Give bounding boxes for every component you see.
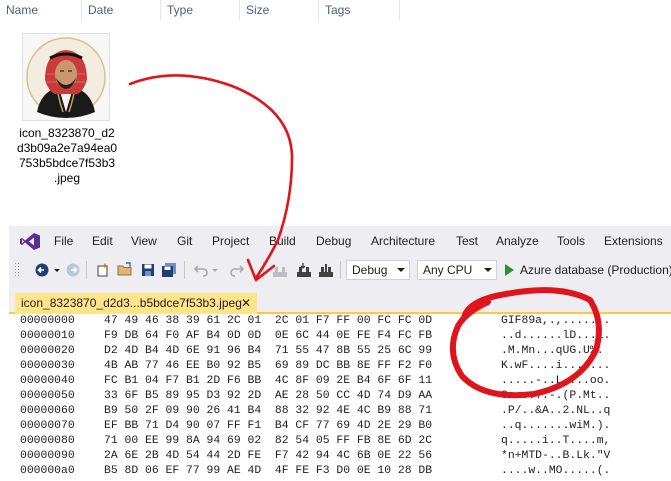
- standard-toolbar: Debug Any CPU Azure database (Production…: [9, 256, 671, 284]
- binary-hex-editor[interactable]: 00000000 47 49 46 38 39 61 2C 01 2C 01 F7…: [9, 314, 671, 481]
- file-name-line: icon_8323870_d2: [19, 126, 115, 140]
- hex-bytes: 47 49 46 38 39 61 2C 01 2C 01 F7 FF 00 F…: [104, 315, 433, 327]
- hex-bytes: FC B1 04 F7 B1 2D F6 BB 4C 8F 09 2E B4 6…: [104, 375, 433, 387]
- file-explorer: Name Date Type Size Tags icon_8323870_d2…: [0, 0, 671, 226]
- hex-ascii: .M.Mn...qUG.U%.: [501, 345, 604, 357]
- start-debugging-button[interactable]: Azure database (Production): [505, 260, 671, 280]
- file-name-line: 753b5bdce7f53b3: [18, 156, 116, 170]
- hex-offset: 00000050: [20, 390, 75, 402]
- toolbar-separator: [86, 261, 87, 279]
- toolbar-separator: [184, 261, 185, 279]
- open-file-icon[interactable]: [117, 262, 133, 278]
- chevron-down-icon: [397, 268, 405, 272]
- hex-offset: 00000020: [20, 345, 75, 357]
- file-thumbnail[interactable]: [22, 33, 110, 121]
- hex-bytes: 71 00 EE 99 8A 94 69 02 82 54 05 FF FB 8…: [104, 435, 433, 447]
- hex-bytes: B5 8D 06 EF 77 99 AE 4D 4F FE F3 D0 0E 1…: [104, 465, 433, 477]
- visual-studio-logo-icon[interactable]: [20, 233, 40, 250]
- column-type[interactable]: Type: [161, 0, 239, 20]
- solution-platform-select[interactable]: Any CPU: [417, 260, 497, 280]
- menu-tools[interactable]: Tools: [557, 226, 585, 256]
- menu-git[interactable]: Git: [177, 226, 192, 256]
- hex-bytes: 33 6F B5 89 95 D3 92 2D AE 28 50 CC 4D 7…: [104, 390, 433, 402]
- new-project-icon[interactable]: [95, 262, 111, 278]
- solution-configuration-value: Debug: [352, 263, 388, 277]
- tab-hex-document[interactable]: icon_8323870_d2d3...b5bdce7f53b3.jpeg ✕: [15, 293, 257, 314]
- menu-analyze[interactable]: Analyze: [496, 226, 539, 256]
- column-date[interactable]: Date: [82, 0, 160, 20]
- navigate-forward-icon[interactable]: [65, 262, 81, 278]
- menu-build[interactable]: Build: [269, 226, 296, 256]
- hex-offset: 00000080: [20, 435, 75, 447]
- menu-debug[interactable]: Debug: [316, 226, 351, 256]
- menu-test[interactable]: Test: [456, 226, 478, 256]
- hex-ascii: q.....i..T....m,: [501, 435, 611, 447]
- hex-ascii: ..d......lD...l.: [501, 330, 611, 342]
- file-name-line: d3b09a2e7a94ea0: [16, 141, 118, 155]
- navigate-backward-icon[interactable]: [34, 262, 50, 278]
- hex-offset: 00000030: [20, 360, 75, 372]
- undo-icon[interactable]: [193, 262, 209, 278]
- column-header-row: Name Date Type Size Tags: [0, 0, 671, 20]
- hex-offset: 00000090: [20, 450, 75, 462]
- close-icon[interactable]: ✕: [241, 293, 251, 314]
- tab-title: icon_8323870_d2d3...b5bdce7f53b3.jpeg: [21, 296, 242, 310]
- menu-bar: File Edit View Git Project Build Debug A…: [9, 226, 671, 256]
- save-all-icon[interactable]: [161, 262, 177, 278]
- build-project-icon[interactable]: [296, 262, 312, 278]
- menu-project[interactable]: Project: [212, 226, 249, 256]
- redo-icon[interactable]: [229, 262, 245, 278]
- hex-ascii: GIF89a,.,.......: [501, 315, 611, 327]
- menu-view[interactable]: View: [131, 226, 157, 256]
- file-name-line: .jpeg: [53, 171, 81, 185]
- hex-ascii: ..q.......wiM.).: [501, 420, 611, 432]
- menu-file[interactable]: File: [54, 226, 73, 256]
- toolbar-separator: [263, 261, 264, 279]
- start-target-label: Azure database (Production): [520, 263, 671, 277]
- hex-bytes: EF BB 71 D4 90 07 FF F1 B4 CF 77 69 4D 2…: [104, 420, 433, 432]
- hex-ascii: *n+MTD-..B.Lk."V: [501, 450, 611, 462]
- column-tags[interactable]: Tags: [319, 0, 399, 20]
- hex-offset: 00000010: [20, 330, 75, 342]
- hex-ascii: K.wF....i.......: [501, 360, 611, 372]
- visual-studio-window: File Edit View Git Project Build Debug A…: [9, 226, 671, 481]
- play-icon: [505, 264, 514, 276]
- undo-dropdown-icon[interactable]: [211, 262, 219, 278]
- backward-dropdown-icon[interactable]: [53, 262, 61, 278]
- build-solution-icon[interactable]: [272, 262, 288, 278]
- chevron-down-icon: [484, 268, 492, 272]
- hex-ascii: ....w..MO.....(.: [501, 465, 611, 477]
- hex-offset: 00000070: [20, 420, 75, 432]
- hex-offset: 000000a0: [20, 465, 75, 477]
- menu-architecture[interactable]: Architecture: [371, 226, 435, 256]
- hex-bytes: 4B AB 77 46 EE B0 92 B5 69 89 DC BB 8E F…: [104, 360, 433, 372]
- hex-ascii: .....-..L....oo.: [501, 375, 611, 387]
- hex-offset: 00000000: [20, 315, 75, 327]
- hex-ascii: 3o.....-.(P.Mt..: [501, 390, 611, 402]
- hex-ascii: .P/..&A..2.NL..q: [501, 405, 611, 417]
- hex-bytes: F9 DB 64 F0 AF B4 0D 0D 0E 6C 44 0E FE F…: [104, 330, 433, 342]
- solution-platform-value: Any CPU: [423, 263, 473, 277]
- menu-extensions[interactable]: Extensions: [604, 226, 663, 256]
- column-name[interactable]: Name: [0, 0, 82, 20]
- menu-edit[interactable]: Edit: [92, 226, 113, 256]
- hex-offset: 00000060: [20, 405, 75, 417]
- portrait-thumbnail-image: [26, 37, 106, 118]
- save-icon[interactable]: [140, 262, 156, 278]
- hex-bytes: D2 4D B4 4D 6E 91 96 B4 71 55 47 8B 55 2…: [104, 345, 433, 357]
- document-tab-strip: icon_8323870_d2d3...b5bdce7f53b3.jpeg ✕: [9, 284, 671, 314]
- column-divider[interactable]: [399, 0, 400, 20]
- hex-bytes: B9 50 2F 09 90 26 41 B4 88 32 92 4E 4C B…: [104, 405, 433, 417]
- rebuild-icon[interactable]: [318, 262, 334, 278]
- file-name-label[interactable]: icon_8323870_d2 d3b09a2e7a94ea0 753b5bdc…: [8, 126, 126, 186]
- hex-offset: 00000040: [20, 375, 75, 387]
- hex-bytes: 2A 6E 2B 4D 54 44 2D FE F7 42 94 4C 6B 0…: [104, 450, 433, 462]
- toolbar-grip-icon[interactable]: [14, 262, 20, 278]
- toolbar-separator: [340, 261, 341, 279]
- solution-configuration-select[interactable]: Debug: [346, 260, 410, 280]
- column-size[interactable]: Size: [240, 0, 318, 20]
